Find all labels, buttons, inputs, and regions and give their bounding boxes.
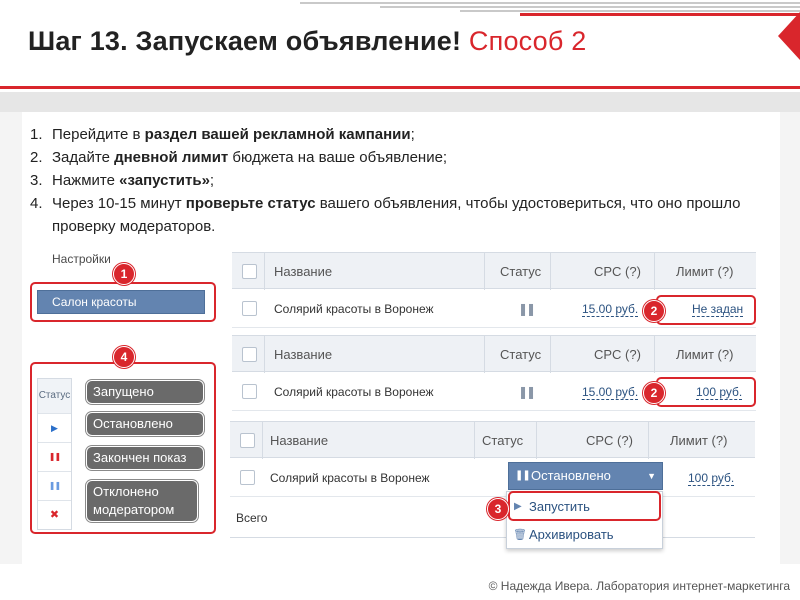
highlight-frame-2b <box>656 377 756 407</box>
pause-blue-icon: ❚❚ <box>48 481 61 490</box>
instruction-step: 2. Задайте дневной лимит бюджета на ваше … <box>30 149 448 166</box>
ad-name-link[interactable]: Солярий красоты в Воронеж <box>274 385 434 399</box>
highlight-frame-2a <box>656 295 756 325</box>
column-status[interactable]: Статус <box>500 253 541 290</box>
status-callout: Отклонено модератором <box>86 480 198 522</box>
table-row: Солярий красоты в Воронеж 100 руб. <box>230 459 755 497</box>
select-all-checkbox[interactable] <box>242 347 257 362</box>
status-dropdown-value: Остановлено <box>531 468 611 483</box>
instruction-step: 1. Перейдите в раздел вашей рекламной кам… <box>30 126 415 143</box>
column-limit[interactable]: Лимит (?) <box>676 336 733 373</box>
step-badge-2: 2 <box>643 300 665 322</box>
step-badge-2: 2 <box>643 382 665 404</box>
pause-icon: ❚❚ <box>515 470 531 481</box>
footer-copyright: © Надежда Ивера. Лаборатория интернет-ма… <box>488 579 790 593</box>
select-all-checkbox[interactable] <box>242 264 257 279</box>
column-cpc[interactable]: CPC (?) <box>586 422 633 459</box>
step-badge-4: 4 <box>113 346 135 368</box>
menu-item-archive[interactable]: 🗑 Архивировать <box>507 522 662 548</box>
status-callout: Остановлено <box>86 412 204 436</box>
campaign-item[interactable]: Салон красоты <box>37 290 205 314</box>
ad-name-link[interactable]: Солярий красоты в Воронеж <box>274 302 434 316</box>
slide-title-main: Шаг 13. Запускаем объявление! <box>28 26 462 56</box>
trash-icon: 🗑 <box>513 529 527 541</box>
column-name[interactable]: Название <box>274 253 332 290</box>
highlight-frame-3 <box>508 491 661 521</box>
row-checkbox[interactable] <box>242 384 257 399</box>
table-header: Название Статус CPC (?) Лимит (?) <box>232 252 756 290</box>
column-limit[interactable]: Лимит (?) <box>670 422 727 459</box>
pause-icon: ❚❚ <box>518 302 536 316</box>
grey-band <box>0 92 800 112</box>
chevron-down-icon: ▼ <box>647 471 656 481</box>
status-cell: ❚❚ <box>38 442 71 471</box>
table-header: Название Статус CPC (?) Лимит (?) <box>232 335 756 373</box>
column-name[interactable]: Название <box>270 422 328 459</box>
instruction-step: 4. Через 10-15 минут проверьте статус ваш… <box>30 195 741 235</box>
instruction-step: 3. Нажмите «запустить»; <box>30 172 215 189</box>
play-icon: ▶ <box>51 423 58 433</box>
column-cpc[interactable]: CPC (?) <box>594 336 641 373</box>
status-cell: ✖ <box>38 500 71 529</box>
step-badge-3: 3 <box>487 498 509 520</box>
step-badge-1: 1 <box>113 263 135 285</box>
status-callout: Запущено <box>86 380 204 404</box>
row-checkbox[interactable] <box>242 301 257 316</box>
column-status[interactable]: Статус <box>482 422 523 459</box>
ad-name-link[interactable]: Солярий красоты в Воронеж <box>270 471 430 485</box>
column-status[interactable]: Статус <box>500 336 541 373</box>
pause-red-icon: ❚❚ <box>48 452 61 461</box>
column-cpc[interactable]: CPC (?) <box>594 253 641 290</box>
status-callout: Закончен показ <box>86 446 204 470</box>
select-all-checkbox[interactable] <box>240 433 255 448</box>
cross-icon: ✖ <box>49 509 60 521</box>
status-cell: ▶ <box>38 413 71 442</box>
header-wedge <box>778 12 800 60</box>
title-divider <box>0 86 800 89</box>
status-legend-header: Статус <box>38 390 71 401</box>
status-legend-column: Статус ▶ ❚❚ ❚❚ ✖ <box>37 378 72 530</box>
cpc-value[interactable]: 15.00 руб. <box>582 302 639 317</box>
instruction-list: 1. Перейдите в раздел вашей рекламной кам… <box>30 123 760 238</box>
column-limit[interactable]: Лимит (?) <box>676 253 733 290</box>
settings-link[interactable]: Настройки <box>52 252 111 266</box>
row-checkbox[interactable] <box>240 470 255 485</box>
header-decoration <box>0 0 800 18</box>
slide-title: Шаг 13. Запускаем объявление! Способ 2 <box>28 26 586 57</box>
column-name[interactable]: Название <box>274 336 332 373</box>
total-label: Всего <box>236 511 268 525</box>
status-dropdown[interactable]: ❚❚ Остановлено ▼ <box>508 462 663 490</box>
limit-value[interactable]: 100 руб. <box>688 471 735 486</box>
pause-icon: ❚❚ <box>518 385 536 399</box>
ads-table-3: Название Статус CPC (?) Лимит (?) Соляри… <box>230 421 755 539</box>
table-header: Название Статус CPC (?) Лимит (?) <box>230 421 755 459</box>
cpc-value[interactable]: 15.00 руб. <box>582 385 639 400</box>
status-cell: ❚❚ <box>38 471 71 500</box>
slide-title-accent: Способ 2 <box>468 26 587 56</box>
